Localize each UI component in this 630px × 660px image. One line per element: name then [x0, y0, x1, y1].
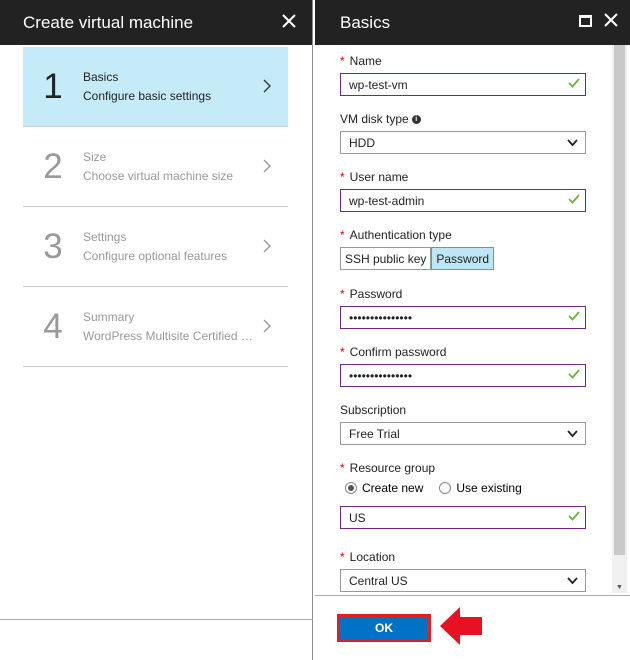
- disk-type-field-group: VM disk type i HDD: [340, 112, 610, 154]
- auth-type-field-group: * Authentication type SSH public key Pass…: [340, 228, 610, 270]
- auth-type-label: Authentication type: [349, 228, 452, 242]
- ssh-key-option[interactable]: SSH public key: [340, 247, 432, 270]
- form-scrollbar[interactable]: ▼: [612, 45, 627, 593]
- close-icon[interactable]: [276, 8, 302, 34]
- check-icon: [568, 194, 580, 204]
- close-icon[interactable]: [604, 12, 618, 30]
- username-label: User name: [349, 170, 409, 184]
- step-subtitle: Configure basic settings: [83, 89, 212, 103]
- basics-form: * Name wp-test-vm VM disk type i HDD * User…: [340, 45, 610, 593]
- required-marker: *: [340, 228, 345, 242]
- subscription-select[interactable]: Free Trial: [340, 422, 586, 445]
- chevron-down-icon: [567, 577, 578, 585]
- disk-type-value: HDD: [349, 135, 375, 150]
- check-icon: [568, 369, 580, 379]
- name-value: wp-test-vm: [349, 77, 408, 92]
- step-title: Summary: [83, 310, 135, 324]
- step-basics[interactable]: 1 Basics Configure basic settings: [23, 47, 288, 127]
- auth-type-toggle: SSH public key Password: [340, 247, 610, 270]
- blade-title: Basics: [340, 12, 391, 32]
- arrow-left-icon: [440, 607, 482, 645]
- location-label: Location: [349, 550, 396, 564]
- location-value: Central US: [349, 573, 408, 588]
- step-subtitle: Configure optional features: [83, 249, 228, 263]
- password-value: •••••••••••••••: [349, 310, 413, 325]
- wizard-steps: 1 Basics Configure basic settings 2 Size…: [0, 47, 312, 367]
- resource-group-input[interactable]: US: [340, 506, 586, 529]
- chevron-down-icon: [567, 139, 578, 147]
- check-icon: [568, 78, 580, 88]
- name-input[interactable]: wp-test-vm: [340, 73, 586, 96]
- confirm-password-value: •••••••••••••••: [349, 368, 413, 383]
- footer-divider: [315, 595, 630, 596]
- password-option[interactable]: Password: [431, 247, 495, 270]
- step-summary[interactable]: 4 Summary WordPress Multisite Certified …: [23, 287, 288, 367]
- blade-header: Create virtual machine: [0, 0, 312, 45]
- step-settings[interactable]: 3 Settings Configure optional features: [23, 207, 288, 287]
- username-value: wp-test-admin: [349, 193, 425, 208]
- disk-type-label: VM disk type: [340, 112, 409, 126]
- scrollbar-thumb[interactable]: [614, 45, 625, 555]
- chevron-right-icon: [263, 79, 271, 93]
- required-marker: *: [340, 287, 345, 301]
- scroll-down-arrow-icon[interactable]: ▼: [616, 584, 623, 591]
- step-title: Basics: [83, 70, 119, 84]
- resource-group-radios: Create new Use existing: [340, 481, 610, 495]
- step-size[interactable]: 2 Size Choose virtual machine size: [23, 127, 288, 207]
- resource-group-label: Resource group: [349, 461, 436, 475]
- blade-title: Create virtual machine: [23, 12, 194, 32]
- username-input[interactable]: wp-test-admin: [340, 189, 586, 212]
- step-subtitle: Choose virtual machine size: [83, 169, 234, 183]
- blade-header: Basics: [315, 0, 630, 45]
- chevron-right-icon: [263, 319, 271, 333]
- required-marker: *: [340, 170, 345, 184]
- check-icon: [568, 311, 580, 321]
- name-field-group: * Name wp-test-vm: [340, 54, 610, 96]
- step-number: 4: [43, 306, 63, 346]
- create-vm-blade: Create virtual machine 1 Basics Configur…: [0, 0, 313, 660]
- password-field-group: * Password •••••••••••••••: [340, 287, 610, 329]
- required-marker: *: [340, 345, 345, 359]
- chevron-right-icon: [263, 159, 271, 173]
- resource-group-field-group: * Resource group Create new Use existing …: [340, 461, 610, 529]
- radio-selected-icon: [345, 482, 357, 494]
- step-number: 2: [43, 146, 63, 186]
- confirm-password-input[interactable]: •••••••••••••••: [340, 364, 586, 387]
- step-subtitle: WordPress Multisite Certified b…: [83, 329, 258, 343]
- password-input[interactable]: •••••••••••••••: [340, 306, 586, 329]
- use-existing-label: Use existing: [456, 481, 522, 495]
- location-select[interactable]: Central US: [340, 569, 586, 592]
- basics-blade: Basics * Name wp-test-vm VM disk typei: [315, 0, 630, 660]
- portal-window: Create virtual machine 1 Basics Configur…: [0, 0, 630, 660]
- ok-button[interactable]: OK: [337, 614, 431, 642]
- use-existing-radio[interactable]: Use existing: [439, 481, 522, 495]
- step-title: Size: [83, 150, 107, 164]
- resource-group-value: US: [349, 510, 366, 525]
- info-icon[interactable]: i: [411, 114, 421, 124]
- radio-unselected-icon: [439, 482, 452, 494]
- step-title: Settings: [83, 230, 127, 244]
- username-field-group: * User name wp-test-admin: [340, 170, 610, 212]
- chevron-right-icon: [263, 239, 271, 253]
- required-marker: *: [340, 461, 345, 475]
- maximize-icon[interactable]: [579, 15, 592, 27]
- step-number: 1: [43, 66, 63, 106]
- required-marker: *: [340, 54, 345, 68]
- create-new-radio[interactable]: Create new: [345, 481, 423, 495]
- required-marker: *: [340, 550, 345, 564]
- confirm-password-field-group: * Confirm password •••••••••••••••: [340, 345, 610, 387]
- name-label: Name: [349, 54, 382, 68]
- confirm-password-label: Confirm password: [349, 345, 447, 359]
- subscription-label: Subscription: [340, 403, 407, 417]
- disk-type-select[interactable]: HDD: [340, 131, 586, 154]
- password-label: Password: [349, 287, 403, 301]
- subscription-field-group: Subscription Free Trial: [340, 403, 610, 445]
- subscription-value: Free Trial: [349, 426, 400, 441]
- location-field-group: * Location Central US: [340, 550, 610, 592]
- chevron-down-icon: [567, 430, 578, 438]
- step-number: 3: [43, 226, 63, 266]
- divider: [0, 619, 313, 620]
- create-new-label: Create new: [362, 481, 424, 495]
- check-icon: [568, 511, 580, 521]
